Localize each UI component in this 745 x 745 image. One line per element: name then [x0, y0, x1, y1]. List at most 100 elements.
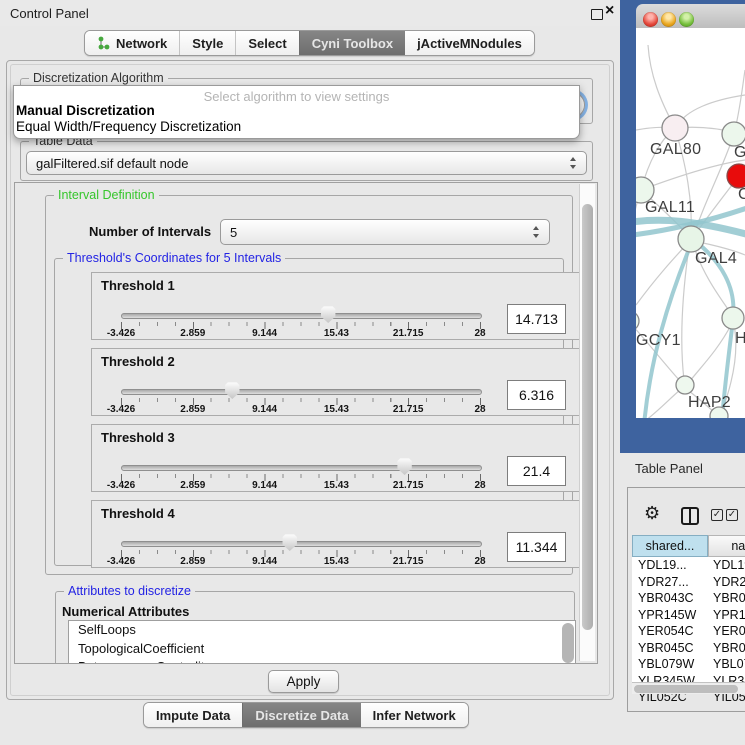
tick-label: 2.859 — [167, 328, 219, 339]
algorithm-popup: Select algorithm to view settings Manual… — [13, 85, 580, 139]
horizontal-scrollbar-thumb[interactable] — [634, 685, 738, 693]
network-canvas[interactable]: GAL80 GA C GAL11 GAL4 GCY1 H HAP2 — [636, 28, 745, 418]
tick-label: 9.144 — [239, 480, 291, 491]
tab-network[interactable]: Network — [85, 31, 179, 55]
tab-label: Select — [248, 36, 286, 51]
interval-definition-group: Interval Definition Number of Intervals … — [45, 195, 573, 575]
list-item[interactable]: BetweennessCentrality — [69, 658, 575, 664]
bottom-tabbar: Impute Data Discretize Data Infer Networ… — [143, 702, 469, 728]
slider-thumb[interactable] — [321, 306, 336, 323]
node-label-gal4: GAL4 — [695, 250, 737, 268]
slider-thumb[interactable] — [397, 458, 412, 475]
mac-minimize-button[interactable] — [661, 12, 676, 27]
tab-jactivemnodules[interactable]: jActiveMNodules — [405, 31, 534, 55]
vertical-scrollbar-thumb[interactable] — [582, 204, 593, 630]
tick-label: 28 — [454, 480, 506, 491]
slider-track[interactable] — [121, 541, 482, 547]
node-label-hap2: HAP2 — [688, 394, 731, 412]
threshold-value-field[interactable]: 11.344 — [507, 532, 566, 562]
column-header-name[interactable]: name — [708, 535, 745, 557]
node-table-body: YDL19...YDL19 YDR27...YDR27 YBR043CYBR04… — [632, 557, 745, 682]
list-item[interactable]: SelfLoops — [69, 621, 575, 640]
vertical-scrollbar[interactable] — [579, 184, 595, 661]
table-row[interactable]: YDR27...YDR27 — [632, 574, 745, 591]
threshold-value-field[interactable]: 21.4 — [507, 456, 566, 486]
network-window-titlebar — [636, 4, 745, 29]
split-view-icon[interactable] — [681, 507, 699, 525]
close-icon[interactable]: × — [605, 2, 614, 20]
popup-option-manual-discretization[interactable]: Manual Discretization — [16, 103, 155, 118]
tick-label: 2.859 — [167, 404, 219, 415]
settings-gear-icon[interactable]: ⚙ — [644, 505, 660, 523]
cell-shared-name: YPR145W — [638, 608, 696, 622]
combo-arrows-icon — [570, 157, 577, 169]
numerical-attributes-list[interactable]: SelfLoops TopologicalCoefficient Between… — [68, 620, 576, 664]
tab-select[interactable]: Select — [235, 31, 298, 55]
apply-button[interactable]: Apply — [268, 670, 339, 693]
checkbox-icon[interactable]: ✓ — [726, 509, 738, 521]
number-of-intervals-combobox[interactable]: 5 — [220, 219, 550, 245]
numerical-attributes-label: Numerical Attributes — [62, 604, 189, 619]
tick-label: 21.715 — [382, 404, 434, 415]
tick-label: 28 — [454, 556, 506, 567]
tick-label: 21.715 — [382, 328, 434, 339]
tab-label: Network — [116, 36, 167, 51]
slider-thumb[interactable] — [225, 382, 240, 399]
table-row[interactable]: YPR145WYPR145W — [632, 607, 745, 624]
slider-thumb[interactable] — [282, 534, 297, 551]
node-label-gal80: GAL80 — [650, 141, 701, 159]
tab-impute-data[interactable]: Impute Data — [144, 703, 242, 727]
tab-label: Infer Network — [373, 708, 456, 723]
attributes-legend: Attributes to discretize — [64, 584, 195, 598]
column-header-shared-name[interactable]: shared... — [632, 535, 708, 557]
node-label-partial: C — [738, 186, 745, 204]
threshold-value-field[interactable]: 6.316 — [507, 380, 566, 410]
tick-label: 2.859 — [167, 480, 219, 491]
tab-label: jActiveMNodules — [417, 36, 522, 51]
number-of-intervals-label: Number of Intervals — [89, 224, 211, 239]
network-graph — [636, 28, 745, 418]
slider-track[interactable] — [121, 389, 482, 395]
cell-shared-name: YBL079W — [638, 657, 694, 671]
tick-label: 15.43 — [310, 404, 362, 415]
threshold-label: Threshold 1 — [101, 278, 175, 293]
popup-option-equal-width-frequency[interactable]: Equal Width/Frequency Discretization — [16, 119, 241, 134]
table-row[interactable]: YBL079W YBL079W — [632, 656, 745, 673]
slider-track[interactable] — [121, 313, 482, 319]
list-scrollbar[interactable] — [562, 623, 574, 663]
threshold-label: Threshold 2 — [101, 354, 175, 369]
threshold-panel-4: Threshold 4 -3.426 2.859 9.144 15.43 21.… — [91, 500, 585, 568]
tab-infer-network[interactable]: Infer Network — [361, 703, 468, 727]
slider-track[interactable] — [121, 465, 482, 471]
cell-name: YBL079W — [713, 657, 745, 671]
list-item[interactable]: TopologicalCoefficient — [69, 640, 575, 659]
float-window-icon[interactable] — [591, 9, 603, 20]
mac-close-button[interactable] — [643, 12, 658, 27]
table-panel-title: Table Panel — [635, 461, 703, 476]
threshold-panel-2: Threshold 2 -3.426 2.859 9.144 15.43 21.… — [91, 348, 585, 416]
screen: Control Panel × Network Style Select — [0, 0, 745, 745]
table-row[interactable]: YER054CYER054C — [632, 623, 745, 640]
tick-label: 9.144 — [239, 328, 291, 339]
table-data-combobox[interactable]: galFiltered.sif default node — [26, 151, 587, 175]
table-row[interactable]: YBR043CYBR043C — [632, 590, 745, 607]
checkbox-icon[interactable]: ✓ — [711, 509, 723, 521]
thresholds-legend: Threshold's Coordinates for 5 Intervals — [63, 251, 285, 265]
horizontal-scrollbar[interactable] — [632, 682, 745, 694]
tab-cyni-toolbox[interactable]: Cyni Toolbox — [299, 31, 405, 55]
tick-label: 2.859 — [167, 556, 219, 567]
control-panel-tabbar: Network Style Select Cyni Toolbox jActiv… — [84, 30, 535, 56]
tab-style[interactable]: Style — [179, 31, 235, 55]
table-row[interactable]: YDL19...YDL19 — [632, 557, 745, 574]
threshold-value-field[interactable]: 14.713 — [507, 304, 566, 334]
cell-shared-name: YDL19... — [638, 558, 687, 572]
mac-zoom-button[interactable] — [679, 12, 694, 27]
table-data-combo-value: galFiltered.sif default node — [36, 156, 188, 171]
tick-label: 9.144 — [239, 404, 291, 415]
interval-definition-legend: Interval Definition — [54, 188, 159, 202]
tick-label: -3.426 — [95, 556, 147, 567]
tab-discretize-data[interactable]: Discretize Data — [242, 703, 360, 727]
tick-label: 15.43 — [310, 328, 362, 339]
table-row[interactable]: YBR045CYBR045C — [632, 640, 745, 657]
node-label-partial: GA — [734, 144, 745, 162]
